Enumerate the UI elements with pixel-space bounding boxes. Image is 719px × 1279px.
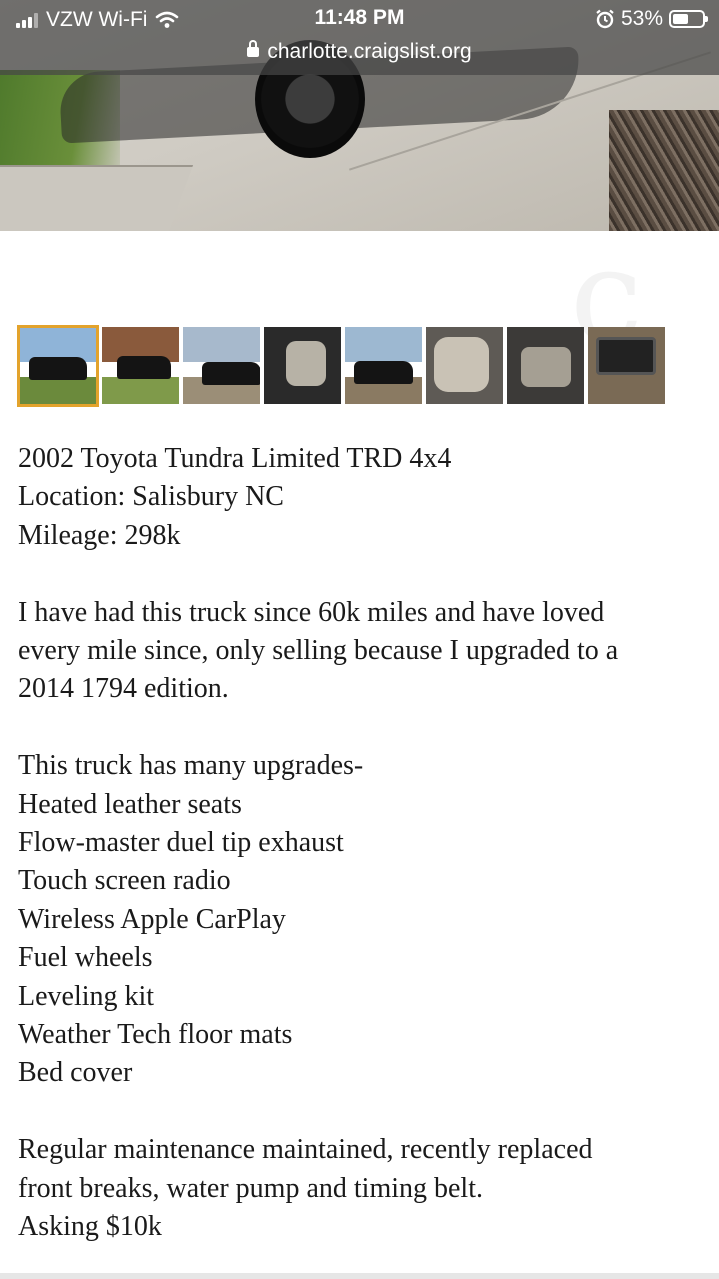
asking-price: Asking $10k <box>18 1211 162 1243</box>
intro-line: 2014 1794 edition. <box>18 673 229 705</box>
battery-icon <box>669 10 708 28</box>
photo-thumbnail-strip <box>17 325 665 407</box>
upgrade-item: Touch screen radio <box>18 865 231 897</box>
battery-percent: 53% <box>620 7 663 30</box>
listing-mileage: Mileage: 298k <box>18 519 181 551</box>
upgrade-item: Weather Tech floor mats <box>18 1019 293 1051</box>
address-bar[interactable]: charlotte.craigslist.org <box>0 40 719 64</box>
photo-mulch <box>609 110 719 231</box>
upgrade-item: Leveling kit <box>18 980 155 1012</box>
address-url: charlotte.craigslist.org <box>267 40 472 63</box>
upgrade-item: Flow-master duel tip exhaust <box>18 827 344 859</box>
alarm-icon <box>596 9 614 29</box>
photo-thumbnail-2[interactable] <box>102 327 179 404</box>
upgrade-item: Wireless Apple CarPlay <box>18 903 286 935</box>
maintenance-line: Regular maintenance maintained, recently… <box>18 1134 593 1166</box>
browser-status-bar: VZW Wi-Fi 11:48 PM 53% charlotte.craigsl… <box>0 0 719 75</box>
intro-line: every mile since, only selling because I… <box>18 635 619 667</box>
battery-fill <box>673 14 688 24</box>
upgrade-item: Bed cover <box>18 1057 133 1089</box>
photo-curb <box>0 165 194 231</box>
photo-thumbnail-4[interactable] <box>264 327 341 404</box>
photo-thumbnail-6[interactable] <box>426 327 503 404</box>
photo-thumbnail-1[interactable] <box>17 325 99 407</box>
upgrades-heading: This truck has many upgrades- <box>18 750 364 782</box>
photo-thumbnail-8[interactable] <box>588 327 665 404</box>
upgrade-item: Fuel wheels <box>18 942 153 974</box>
lock-icon <box>247 40 260 57</box>
maintenance-line: front breaks, water pump and timing belt… <box>18 1172 483 1204</box>
listing-location: Location: Salisbury NC <box>18 481 284 513</box>
photo-thumbnail-5[interactable] <box>345 327 422 404</box>
upgrade-item: Heated leather seats <box>18 788 242 820</box>
listing-description: 2002 Toyota Tundra Limited TRD 4x4 Locat… <box>18 440 698 1246</box>
map-preview-edge <box>0 1273 719 1279</box>
photo-thumbnail-3[interactable] <box>183 327 260 404</box>
listing-title: 2002 Toyota Tundra Limited TRD 4x4 <box>18 443 452 474</box>
photo-thumbnail-7[interactable] <box>507 327 584 404</box>
intro-line: I have had this truck since 60k miles an… <box>18 596 605 628</box>
